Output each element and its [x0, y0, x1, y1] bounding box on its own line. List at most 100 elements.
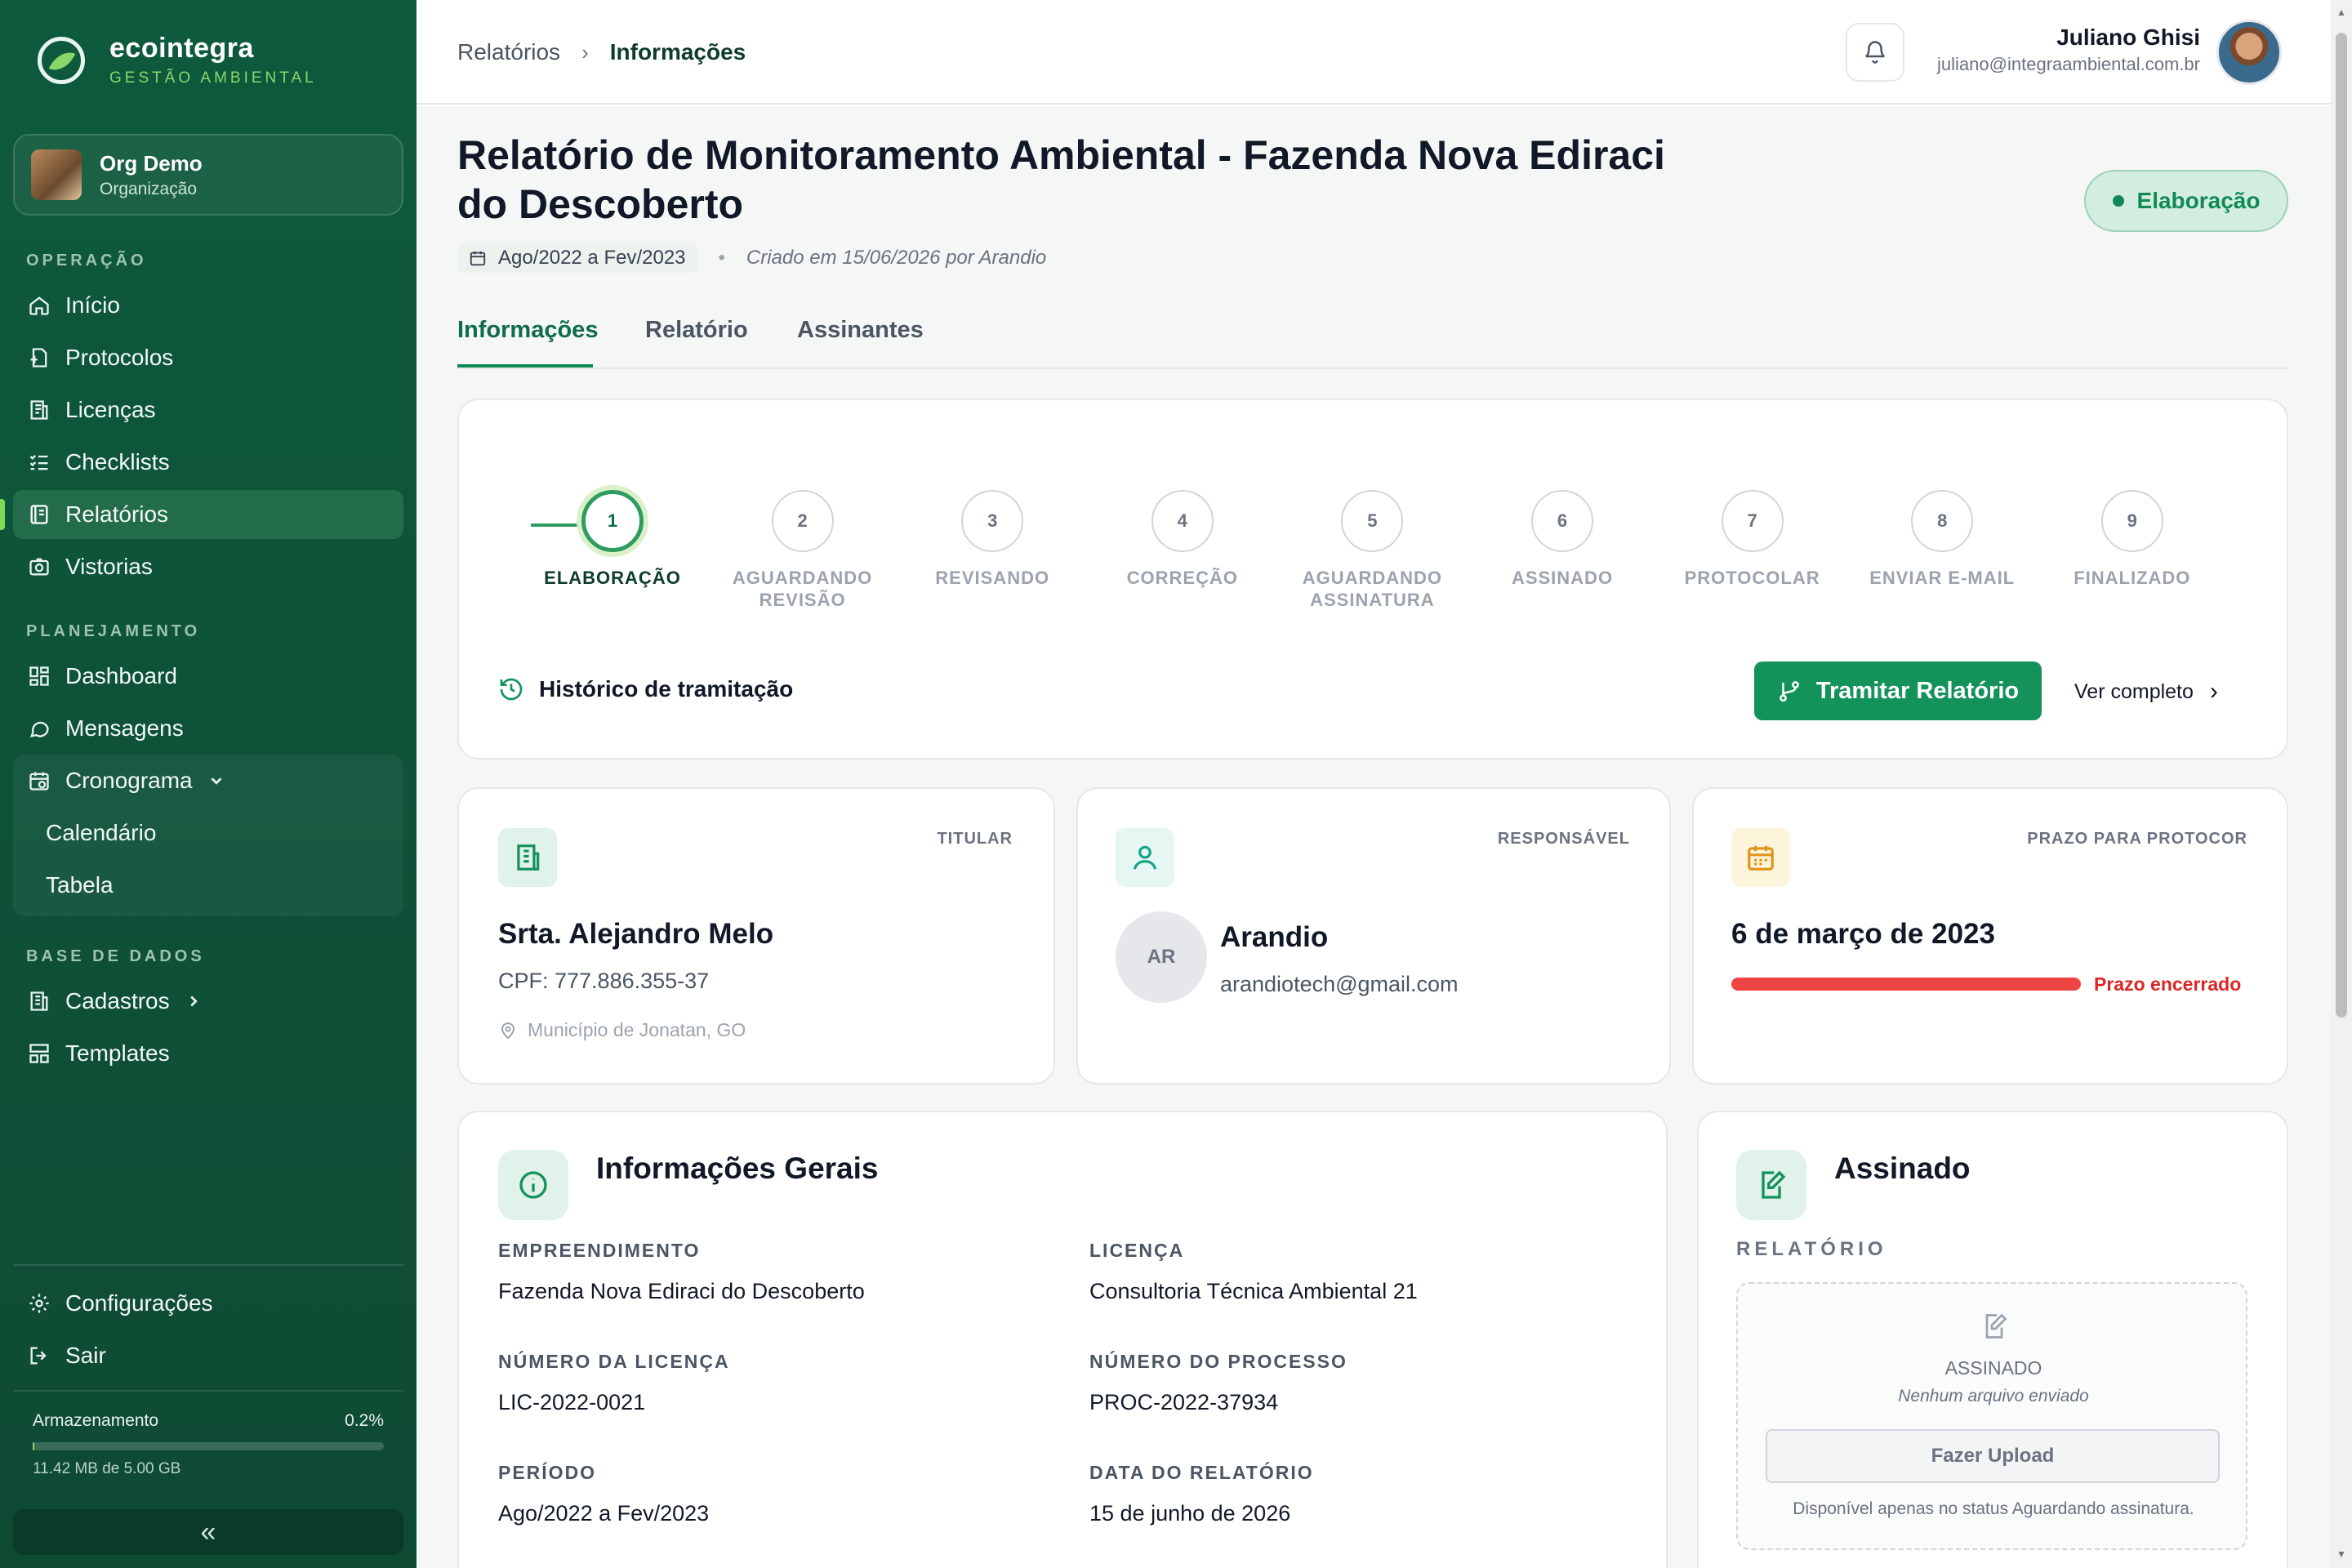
step-label: AGUARDANDO: [1302, 568, 1443, 588]
sidebar-item-label: Relatórios: [65, 501, 169, 527]
map-pin-icon: [498, 1021, 518, 1040]
deadline-status: Prazo encerrado: [2094, 973, 2242, 995]
step-label: CORREÇÃO: [1126, 568, 1238, 588]
upload-dropzone[interactable]: ASSINADO Nenhum arquivo enviado Fazer Up…: [1736, 1282, 2247, 1550]
sidebar-item-dashboard[interactable]: Dashboard: [13, 652, 403, 701]
breadcrumb-parent[interactable]: Relatórios: [457, 39, 560, 65]
sidebar-item-checklists[interactable]: Checklists: [13, 438, 403, 487]
brand-name: ecointegra: [109, 33, 254, 64]
titular-location: Município de Jonatan, GO: [498, 1019, 746, 1041]
step-number: 6: [1531, 490, 1593, 552]
user-email: juliano@integraambiental.com.br: [1937, 54, 2200, 74]
sidebar-item-label: Dashboard: [65, 663, 177, 688]
sidebar-item-vistorias[interactable]: Vistorias: [13, 542, 403, 591]
step-label: ENVIAR E-MAIL: [1869, 568, 2016, 588]
deadline-bar: [1731, 978, 2081, 991]
message-icon: [26, 715, 52, 742]
sidebar-item-cronograma[interactable]: Cronograma: [13, 756, 403, 805]
scroll-thumb[interactable]: [2336, 33, 2347, 1018]
home-icon: [26, 292, 52, 318]
nav-section-planejamento: PLANEJAMENTO: [26, 622, 201, 640]
git-branch-icon: [1777, 679, 1802, 703]
titular-label: TITULAR: [937, 830, 1013, 848]
license-icon: [26, 397, 52, 423]
upload-button[interactable]: Fazer Upload: [1766, 1429, 2220, 1483]
sidebar-item-protocolos[interactable]: Protocolos: [13, 333, 403, 382]
sidebar-item-configuracoes[interactable]: Configurações: [13, 1279, 403, 1328]
location-text: Município de Jonatan, GO: [528, 1019, 746, 1040]
responsavel-label: RESPONSÁVEL: [1497, 830, 1630, 848]
collapse-sidebar-button[interactable]: «: [13, 1509, 403, 1555]
field-label-num-processo: NÚMERO DO PROCESSO: [1089, 1351, 1348, 1372]
prazo-date: 6 de março de 2023: [1731, 918, 1995, 950]
user-name: Juliano Ghisi: [2056, 24, 2200, 50]
period-text: Ago/2022 a Fev/2023: [498, 247, 686, 269]
step-label: ASSINADO: [1511, 568, 1614, 588]
sidebar-item-licencas[interactable]: Licenças: [13, 385, 403, 434]
sidebar-divider: [13, 1390, 403, 1392]
sidebar-item-label: Licenças: [65, 397, 156, 422]
calendar-clock-icon: [26, 768, 52, 794]
workflow-step: 9 FINALIZADO: [2042, 490, 2222, 589]
responsavel-name: Arandio: [1220, 921, 1329, 953]
org-role: Organização: [100, 179, 198, 198]
sidebar-item-label: Cronograma: [65, 768, 193, 793]
brand[interactable]: ecointegra GESTÃO AMBIENTAL: [38, 33, 317, 87]
workflow-step: 8 ENVIAR E-MAIL: [1852, 490, 2032, 589]
sidebar-item-relatorios[interactable]: Relatórios: [13, 490, 403, 539]
sidebar-item-templates[interactable]: Templates: [13, 1029, 403, 1078]
status-badge: Elaboração: [2084, 170, 2288, 232]
sidebar-item-inicio[interactable]: Início: [13, 281, 403, 330]
step-label-line2: REVISÃO: [759, 590, 846, 610]
scroll-up-icon[interactable]: ▲: [2336, 7, 2346, 18]
ver-completo-link[interactable]: Ver completo ›: [2074, 678, 2218, 706]
org-switcher[interactable]: Org Demo Organização: [13, 134, 403, 216]
sidebar-item-label: Checklists: [65, 449, 170, 474]
sidebar-item-label: Mensagens: [65, 715, 184, 741]
sidebar-item-sair[interactable]: Sair: [13, 1331, 403, 1380]
status-dot: [2112, 195, 2124, 207]
notifications-button[interactable]: [1846, 23, 1904, 82]
calendar-icon: [469, 249, 487, 267]
dashboard-icon: [26, 663, 52, 689]
topbar: Relatórios › Informações Juliano Ghisi j…: [416, 0, 2331, 105]
page-title: Relatório de Monitoramento Ambiental - F…: [457, 132, 1665, 227]
info-gerais-title: Informações Gerais: [596, 1152, 879, 1185]
building-icon: [498, 828, 557, 887]
workflow-step: 1 ELABORAÇÃO: [523, 490, 702, 589]
history-link[interactable]: Histórico de tramitação: [498, 676, 793, 702]
ver-completo-label: Ver completo: [2074, 679, 2194, 703]
sidebar-item-calendario[interactable]: Calendário: [46, 820, 156, 846]
calendar-icon: [1731, 828, 1790, 887]
sidebar-item-cadastros[interactable]: Cadastros: [13, 977, 403, 1026]
sidebar-item-mensagens[interactable]: Mensagens: [13, 704, 403, 753]
sidebar-item-label: Cadastros: [65, 988, 170, 1013]
user-icon: [1116, 828, 1174, 887]
collapse-icon: «: [200, 1516, 216, 1548]
history-icon: [498, 676, 524, 702]
user-avatar[interactable]: [2216, 20, 2282, 85]
active-indicator: [0, 499, 5, 530]
step-label: AGUARDANDO: [732, 568, 873, 588]
titular-name: Srta. Alejandro Melo: [498, 918, 774, 950]
workflow-step: 7 PROTOCOLAR: [1663, 490, 1842, 589]
org-name: Org Demo: [100, 150, 203, 176]
field-label-num-licenca: NÚMERO DA LICENÇA: [498, 1351, 730, 1372]
scroll-down-icon[interactable]: ▼: [2336, 1548, 2346, 1560]
tab-informacoes[interactable]: Informações: [457, 317, 598, 344]
tramitar-button[interactable]: Tramitar Relatório: [1754, 662, 2042, 720]
tab-relatorio[interactable]: Relatório: [645, 317, 748, 344]
tab-assinantes[interactable]: Assinantes: [797, 317, 924, 344]
storage-bar: [33, 1442, 384, 1450]
storage-percent: 0.2%: [345, 1411, 384, 1430]
chevron-right-icon: ›: [581, 39, 589, 65]
chevron-right-icon: ›: [2209, 678, 2218, 705]
field-empreendimento: Fazenda Nova Ediraci do Descoberto: [498, 1279, 865, 1303]
page-scrollbar[interactable]: ▲ ▼: [2331, 0, 2352, 1568]
sidebar-item-tabela[interactable]: Tabela: [46, 872, 114, 898]
step-label: ELABORAÇÃO: [544, 568, 681, 588]
sidebar-item-label: Templates: [65, 1040, 170, 1066]
titular-cpf: CPF: 777.886.355-37: [498, 969, 710, 993]
period-chip: Ago/2022 a Fev/2023: [457, 243, 697, 273]
status-label: Elaboração: [2136, 188, 2261, 213]
